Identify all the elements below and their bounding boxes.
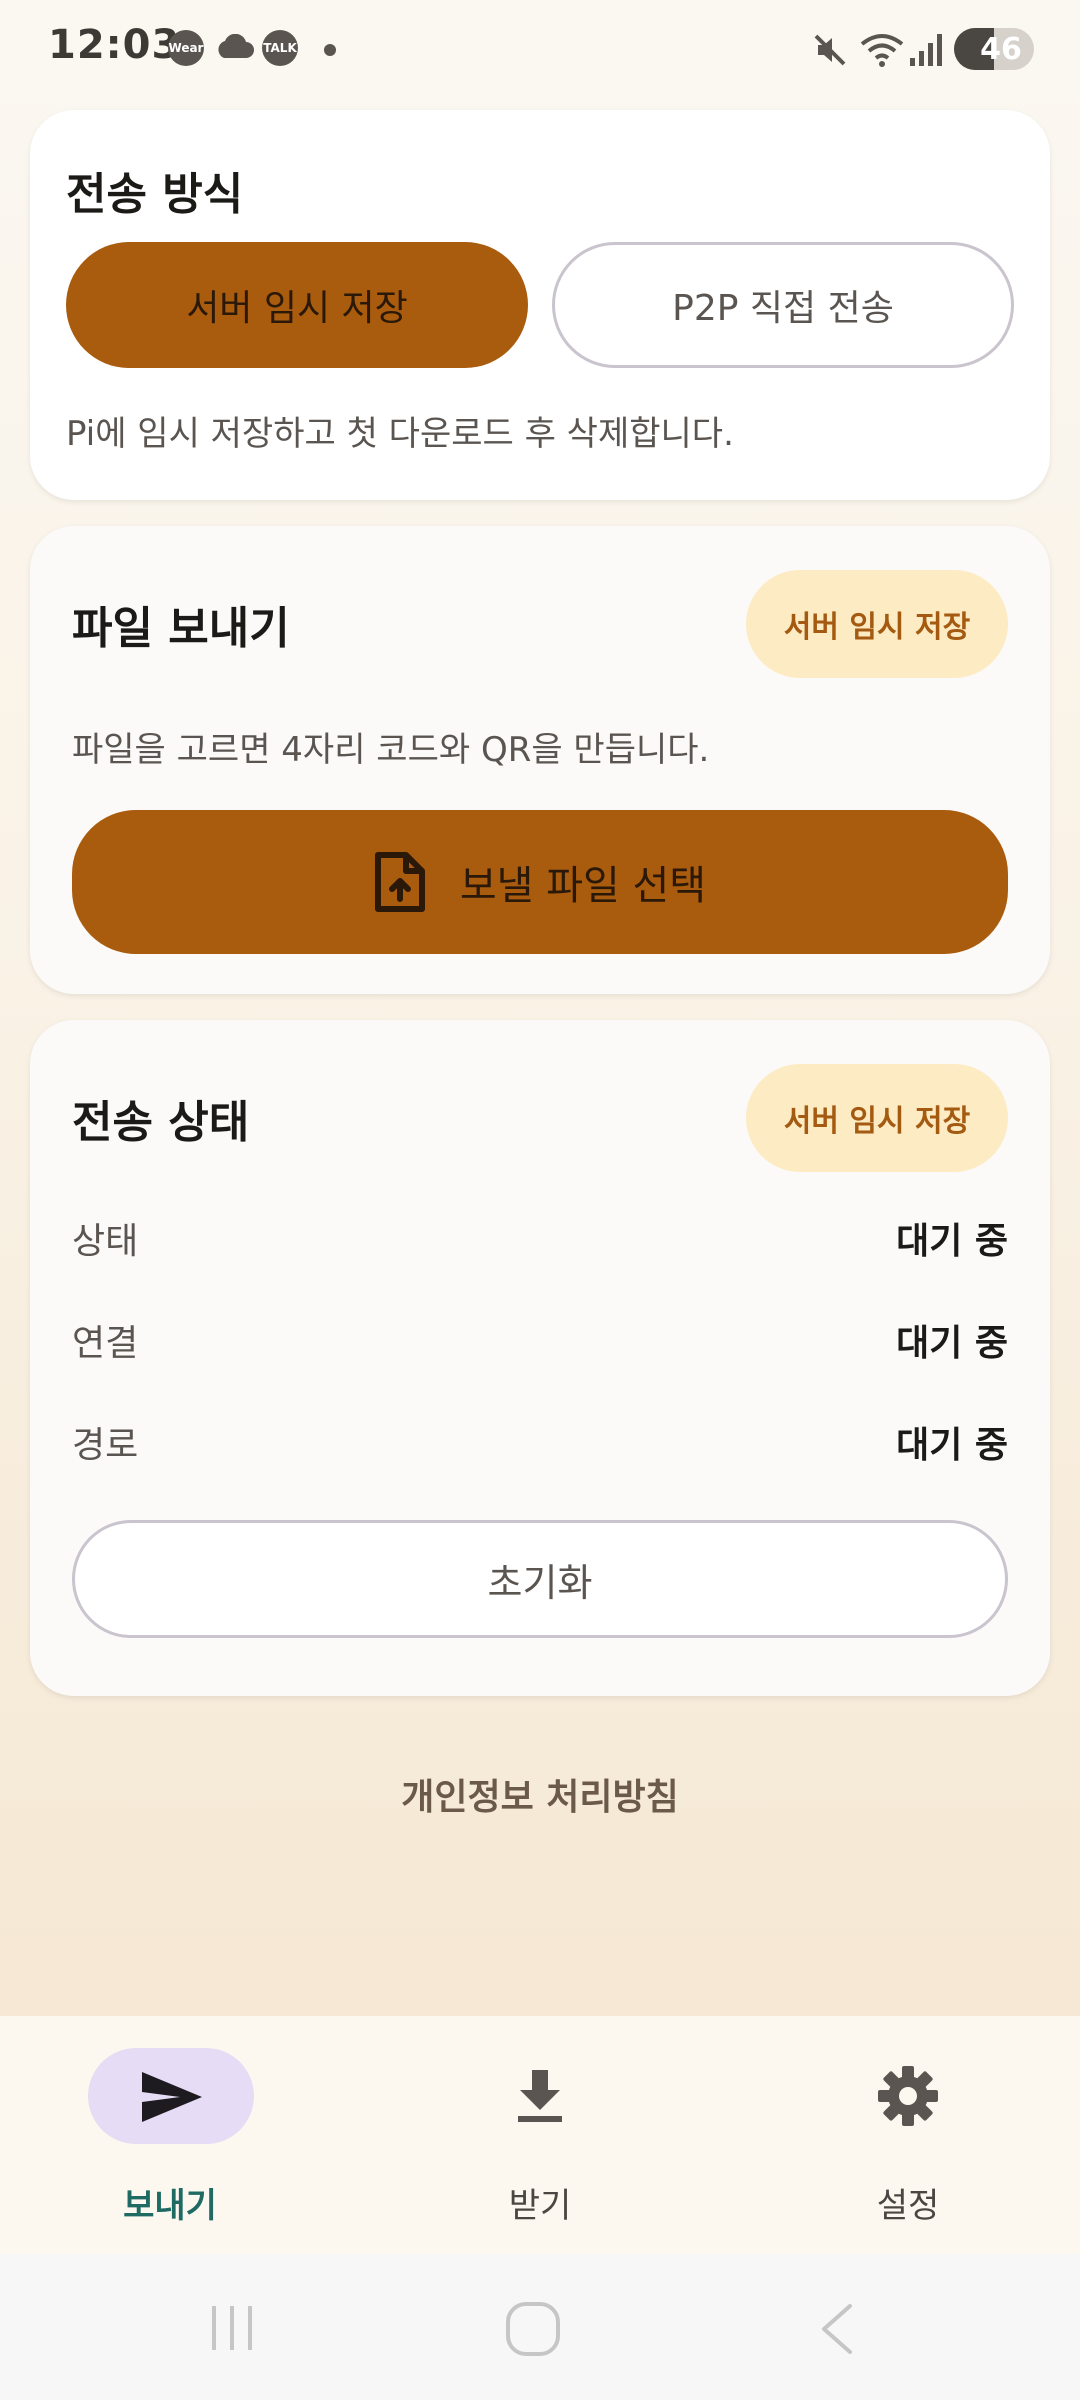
transfer-method-card: 전송 방식 서버 임시 저장 P2P 직접 전송 Pi에 임시 저장하고 첫 다…	[30, 110, 1050, 500]
nav-settings-label: 설정	[876, 2186, 940, 2226]
mute-icon	[812, 32, 848, 72]
cloud-icon	[214, 33, 254, 58]
battery-indicator: 46	[954, 28, 1034, 70]
nav-item-send[interactable]: 보내기	[70, 2048, 270, 2226]
more-notifications-icon	[324, 44, 336, 56]
gear-icon	[876, 2064, 940, 2132]
send-file-description: 파일을 고르면 4자리 코드와 QR을 만듭니다.	[72, 730, 710, 770]
transfer-method-description: Pi에 임시 저장하고 첫 다운로드 후 삭제합니다.	[66, 414, 734, 454]
connection-row-value: 대기 중	[896, 1323, 1008, 1364]
wear-icon: Wear	[168, 30, 204, 66]
p2p-direct-transfer-option[interactable]: P2P 직접 전송	[552, 242, 1014, 368]
nav-send-label: 보내기	[123, 2186, 217, 2226]
transfer-status-card: 전송 상태 서버 임시 저장 상태 대기 중 연결 대기 중 경로 대기 중 초…	[30, 1020, 1050, 1696]
download-icon	[514, 2068, 566, 2128]
transfer-status-title: 전송 상태	[72, 1097, 250, 1148]
nav-item-settings[interactable]: 설정	[808, 2048, 1008, 2226]
reset-button[interactable]: 초기화	[72, 1520, 1008, 1638]
talk-icon: TALK	[262, 30, 298, 66]
connection-row-label: 연결	[72, 1323, 139, 1364]
send-file-mode-badge: 서버 임시 저장	[746, 570, 1008, 678]
route-row-value: 대기 중	[896, 1425, 1008, 1466]
status-time: 12:03	[48, 22, 181, 68]
send-file-title: 파일 보내기	[72, 603, 290, 654]
send-icon	[140, 2070, 204, 2128]
bottom-navigation: 보내기 받기 설정	[0, 2016, 1080, 2254]
home-icon[interactable]	[504, 2300, 562, 2362]
status-row-label: 상태	[72, 1221, 139, 1262]
transfer-method-title: 전송 방식	[66, 169, 244, 220]
status-bar: 12:03 Wear TALK 46	[0, 0, 1080, 100]
status-row-value: 대기 중	[896, 1221, 1008, 1262]
wifi-icon	[860, 30, 904, 74]
nav-receive-label: 받기	[508, 2186, 572, 2226]
send-file-card: 파일 보내기 서버 임시 저장 파일을 고르면 4자리 코드와 QR을 만듭니다…	[30, 526, 1050, 994]
system-navigation-bar	[0, 2254, 1080, 2400]
recent-apps-icon[interactable]	[206, 2302, 258, 2358]
file-upload-icon	[374, 851, 426, 913]
transfer-status-mode-badge: 서버 임시 저장	[746, 1064, 1008, 1172]
nav-item-receive[interactable]: 받기	[440, 2048, 640, 2226]
select-file-label: 보낼 파일 선택	[459, 863, 707, 909]
server-temp-storage-option[interactable]: 서버 임시 저장	[66, 242, 528, 368]
route-row-label: 경로	[72, 1425, 139, 1466]
signal-icon	[910, 32, 944, 72]
privacy-policy-link[interactable]: 개인정보 처리방침	[0, 1768, 1080, 1820]
back-icon[interactable]	[816, 2302, 856, 2360]
select-file-button[interactable]: 보낼 파일 선택	[72, 810, 1008, 954]
